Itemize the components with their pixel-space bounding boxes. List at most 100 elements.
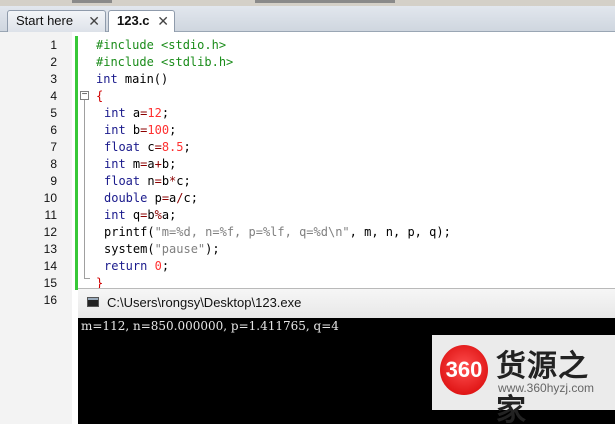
code-text: int q=b%a; bbox=[104, 207, 176, 224]
code-token: n bbox=[140, 174, 155, 188]
code-token: #include <stdlib.h> bbox=[96, 55, 234, 69]
code-text: double p=a/c; bbox=[104, 190, 198, 207]
watermark: 360 货源之家 www.360hyzj.com bbox=[432, 335, 615, 428]
editor-tab-bar: Start here ✕ 123.c ✕ bbox=[0, 6, 615, 33]
code-token: % bbox=[154, 208, 162, 222]
code-text: int b=100; bbox=[104, 122, 176, 139]
line-number: 15 bbox=[43, 276, 57, 290]
code-text: int m=a+b; bbox=[104, 156, 176, 173]
code-text: float n=b*c; bbox=[104, 173, 191, 190]
tab-start-here[interactable]: Start here ✕ bbox=[7, 10, 106, 32]
code-text: #include <stdio.h> bbox=[96, 37, 226, 54]
code-token: float bbox=[104, 140, 141, 154]
code-token: #include <stdio.h> bbox=[96, 38, 227, 52]
code-token: m bbox=[125, 157, 141, 171]
code-line[interactable]: 12 printf("m=%d, n=%f, p=%lf, q=%d\n", m,… bbox=[0, 224, 615, 241]
watermark-logo: 360 bbox=[440, 345, 488, 395]
code-token: int bbox=[104, 208, 126, 222]
code-token: { bbox=[96, 89, 104, 103]
code-token: = bbox=[154, 140, 162, 154]
code-token: return bbox=[104, 259, 148, 273]
line-number: 5 bbox=[50, 106, 57, 120]
code-token: p bbox=[147, 191, 162, 205]
code-token: int bbox=[104, 123, 126, 137]
code-token: float bbox=[104, 174, 141, 188]
line-number: 13 bbox=[43, 242, 57, 256]
line-number: 9 bbox=[50, 174, 57, 188]
code-token: 100 bbox=[147, 123, 170, 137]
code-token: b bbox=[125, 123, 141, 137]
line-number: 7 bbox=[50, 140, 57, 154]
code-text: #include <stdlib.h> bbox=[96, 54, 233, 71]
code-token: b bbox=[161, 174, 170, 188]
close-icon[interactable]: ✕ bbox=[157, 11, 169, 31]
code-text: int main() bbox=[96, 71, 168, 88]
code-token: c; bbox=[183, 191, 198, 205]
code-line[interactable]: 6 int b=100; bbox=[0, 122, 615, 139]
code-token: ; bbox=[183, 140, 191, 154]
code-token: ; bbox=[161, 259, 170, 273]
tab-123-c[interactable]: 123.c ✕ bbox=[108, 10, 175, 33]
code-line[interactable]: 5 int a=12; bbox=[0, 105, 615, 122]
code-text: printf("m=%d, n=%f, p=%lf, q=%d\n", m, n… bbox=[104, 224, 451, 241]
line-number: 8 bbox=[50, 157, 57, 171]
code-token: q bbox=[125, 208, 141, 222]
code-token: = bbox=[154, 174, 162, 188]
code-line[interactable]: 8 int m=a+b; bbox=[0, 156, 615, 173]
line-number: 2 bbox=[50, 55, 57, 69]
code-token: system( bbox=[104, 242, 155, 256]
code-line[interactable]: 10 double p=a/c; bbox=[0, 190, 615, 207]
code-token: "pause" bbox=[154, 242, 206, 256]
code-token: int bbox=[104, 106, 126, 120]
line-number: 1 bbox=[50, 38, 57, 52]
line-number: 14 bbox=[43, 259, 57, 273]
code-token: , m, n, p, q); bbox=[349, 225, 451, 239]
code-token: c; bbox=[176, 174, 191, 188]
code-line[interactable]: 9 float n=b*c; bbox=[0, 173, 615, 190]
code-token: double bbox=[104, 191, 148, 205]
console-output: m=112, n=850.000000, p=1.411765, q=4 bbox=[81, 319, 339, 333]
line-number: 10 bbox=[43, 191, 57, 205]
code-line[interactable]: 2 #include <stdlib.h> bbox=[0, 54, 615, 71]
code-token: printf( bbox=[104, 225, 155, 239]
code-token: 8.5 bbox=[161, 140, 184, 154]
code-token: int bbox=[96, 72, 118, 86]
code-line[interactable]: 3 int main() bbox=[0, 71, 615, 88]
code-token: + bbox=[154, 157, 162, 171]
code-line[interactable]: 4{ bbox=[0, 88, 615, 105]
code-token: ; bbox=[161, 106, 170, 120]
console-app-icon bbox=[87, 297, 99, 307]
code-line[interactable]: 11 int q=b%a; bbox=[0, 207, 615, 224]
code-text: int a=12; bbox=[104, 105, 169, 122]
code-token: / bbox=[176, 191, 184, 205]
code-token: main() bbox=[117, 72, 169, 86]
line-number: 11 bbox=[44, 208, 57, 222]
line-number: 6 bbox=[50, 123, 57, 137]
watermark-url: www.360hyzj.com bbox=[498, 381, 595, 395]
code-token: a bbox=[125, 106, 141, 120]
code-line[interactable]: 1 #include <stdio.h> bbox=[0, 37, 615, 54]
code-line[interactable]: 13 system("pause"); bbox=[0, 241, 615, 258]
code-token: 0 bbox=[154, 259, 162, 273]
line-number: 3 bbox=[50, 72, 57, 86]
code-token: ); bbox=[205, 242, 220, 256]
code-token: a bbox=[147, 157, 155, 171]
code-token: ; bbox=[169, 123, 177, 137]
code-token: b bbox=[147, 208, 155, 222]
code-token: = bbox=[161, 191, 170, 205]
toolbar-fragment bbox=[72, 0, 112, 3]
code-line[interactable]: 7 float c=8.5; bbox=[0, 139, 615, 156]
code-text: system("pause"); bbox=[104, 241, 220, 258]
code-text: return 0; bbox=[104, 258, 169, 275]
console-title: C:\Users\rongsy\Desktop\123.exe bbox=[107, 295, 302, 310]
code-token: int bbox=[104, 157, 126, 171]
code-text: float c=8.5; bbox=[104, 139, 191, 156]
tab-label: 123.c bbox=[117, 13, 150, 28]
console-title-bar[interactable]: C:\Users\rongsy\Desktop\123.exe bbox=[78, 288, 615, 318]
close-icon[interactable]: ✕ bbox=[88, 11, 100, 31]
code-token: "m=%d, n=%f, p=%lf, q=%d\n" bbox=[154, 225, 350, 239]
code-token: 12 bbox=[147, 106, 162, 120]
code-text: { bbox=[96, 88, 103, 105]
code-line[interactable]: 14 return 0; bbox=[0, 258, 615, 275]
